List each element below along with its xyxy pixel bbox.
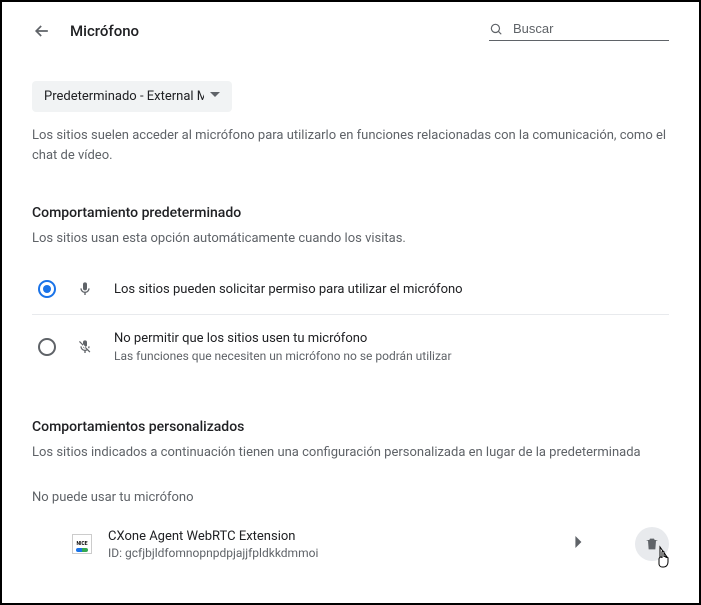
search-field[interactable] (489, 20, 669, 41)
site-details-button[interactable] (569, 530, 589, 558)
site-favicon: NICE (72, 534, 92, 554)
blocked-sites-label: No puede usar tu micrófono (32, 490, 669, 505)
mic-icon (76, 281, 94, 297)
search-icon (489, 21, 503, 37)
page-header: Micrófono (32, 20, 669, 41)
back-button[interactable] (32, 21, 52, 41)
device-dropdown-label: Predeterminado - External Mic (44, 89, 204, 104)
custom-behavior-desc: Los sitios indicados a continuación tien… (32, 445, 669, 460)
arrow-left-icon (32, 21, 52, 41)
default-behavior-subtitle: Los sitios usan esta opción automáticame… (32, 231, 669, 246)
radio-sublabel: Las funciones que necesiten un micrófono… (114, 349, 452, 363)
custom-behavior-title: Comportamientos personalizados (32, 419, 669, 435)
site-row[interactable]: NICE CXone Agent WebRTC Extension ID: gc… (32, 523, 669, 565)
trash-icon (644, 536, 660, 552)
default-behavior-title: Comportamiento predeterminado (32, 205, 669, 221)
delete-site-button[interactable] (635, 527, 669, 561)
caret-down-icon (210, 89, 220, 104)
page-title: Micrófono (70, 22, 139, 40)
radio-label: No permitir que los sitios usen tu micró… (114, 331, 452, 346)
radio-label: Los sitios pueden solicitar permiso para… (114, 282, 463, 297)
radio-option-block[interactable]: No permitir que los sitios usen tu micró… (32, 315, 669, 379)
search-input[interactable] (511, 20, 669, 37)
radio-button[interactable] (38, 338, 56, 356)
radio-option-allow[interactable]: Los sitios pueden solicitar permiso para… (32, 264, 669, 315)
device-dropdown[interactable]: Predeterminado - External Mic (32, 81, 232, 112)
intro-description: Los sitios suelen acceder al micrófono p… (32, 126, 669, 165)
mic-off-icon (76, 339, 94, 355)
chevron-right-icon (575, 536, 583, 548)
radio-button[interactable] (38, 280, 56, 298)
site-id: ID: gcfjbjldfomnopnpdpjajjfpldkkdmmoi (108, 546, 553, 560)
site-name: CXone Agent WebRTC Extension (108, 529, 553, 544)
